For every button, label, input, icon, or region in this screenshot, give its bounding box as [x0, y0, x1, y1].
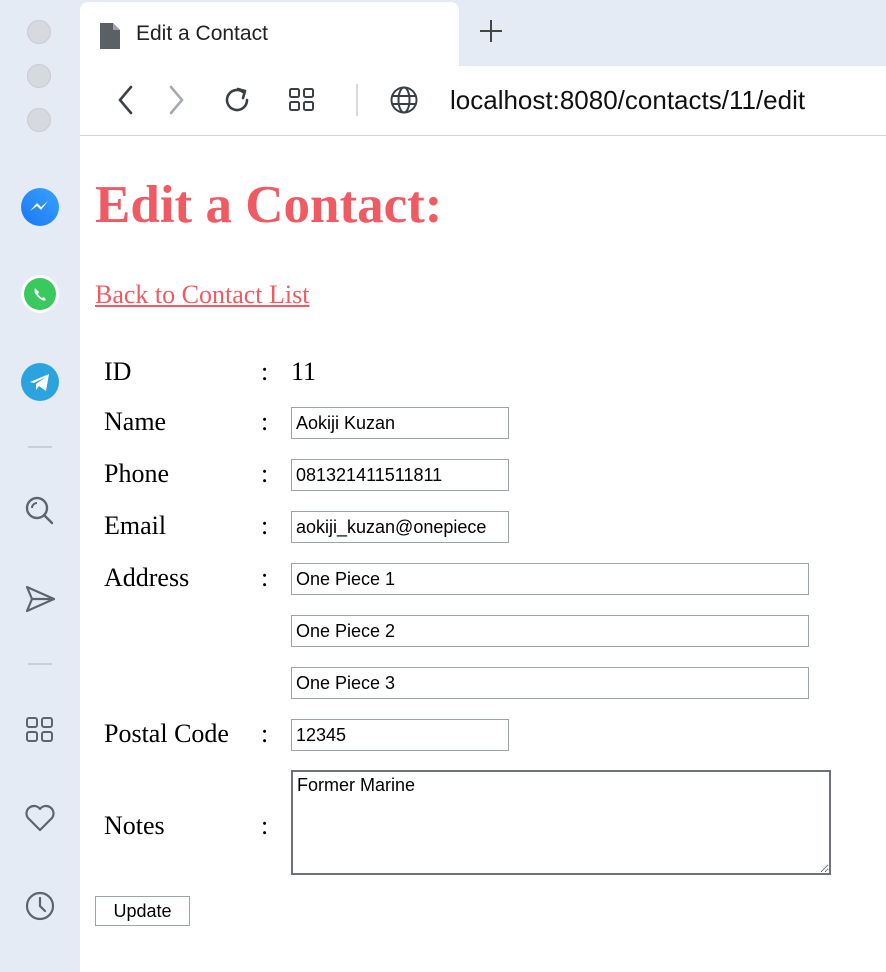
notes-textarea[interactable]: Former Marine	[291, 770, 831, 875]
toolbar-divider	[356, 84, 358, 116]
window-zoom-dot[interactable]	[27, 108, 51, 132]
back-button[interactable]	[109, 83, 143, 117]
tab-title: Edit a Contact	[136, 22, 268, 45]
back-to-contact-list-link[interactable]: Back to Contact List	[95, 280, 309, 310]
colon: :	[261, 811, 269, 840]
phone-label: Phone	[104, 459, 169, 488]
notes-label: Notes	[104, 811, 165, 840]
window-minimize-dot[interactable]	[27, 64, 51, 88]
id-value: 11	[291, 357, 317, 386]
reload-icon	[225, 87, 249, 112]
heart-icon[interactable]	[20, 798, 60, 838]
email-input[interactable]	[291, 511, 509, 543]
postal-code-input[interactable]	[291, 719, 509, 751]
colon: :	[261, 511, 269, 540]
apps-icon[interactable]	[20, 710, 60, 750]
chevron-left-icon	[118, 85, 133, 115]
site-info-button[interactable]	[387, 83, 421, 117]
window-close-dot[interactable]	[27, 20, 51, 44]
postal-code-label: Postal Code	[104, 719, 229, 748]
id-label: ID	[104, 357, 132, 386]
grid-icon	[289, 88, 314, 111]
colon: :	[261, 719, 269, 748]
forward-button[interactable]	[159, 83, 193, 117]
history-icon[interactable]	[20, 886, 60, 926]
reload-button[interactable]	[220, 83, 254, 117]
address-line-3-input[interactable]	[291, 667, 809, 699]
email-label: Email	[104, 511, 167, 540]
tab-active[interactable]: Edit a Contact	[80, 2, 459, 66]
document-icon	[98, 22, 122, 55]
browser-toolbar: localhost:8080/contacts/11/edit	[80, 66, 886, 136]
plus-icon	[480, 20, 502, 42]
send-icon[interactable]	[20, 579, 60, 619]
new-tab-button[interactable]	[476, 16, 506, 46]
sidebar-divider	[28, 446, 52, 448]
sidebar	[0, 0, 80, 972]
speed-dial-button[interactable]	[285, 83, 319, 117]
telegram-icon[interactable]	[20, 362, 60, 402]
messenger-icon[interactable]	[20, 187, 60, 227]
colon: :	[261, 563, 269, 592]
update-button[interactable]: Update	[95, 896, 190, 926]
globe-icon	[390, 86, 418, 114]
whatsapp-icon[interactable]	[20, 274, 60, 314]
page-title: Edit a Contact:	[95, 176, 443, 234]
address-label: Address	[104, 563, 190, 592]
colon: :	[261, 357, 269, 386]
address-line-1-input[interactable]	[291, 563, 809, 595]
sidebar-divider	[28, 663, 52, 665]
name-label: Name	[104, 407, 167, 436]
address-line-2-input[interactable]	[291, 615, 809, 647]
phone-input[interactable]	[291, 459, 509, 491]
colon: :	[261, 407, 269, 436]
page-content: Edit a Contact: Back to Contact List ID …	[80, 136, 886, 972]
name-input[interactable]	[291, 407, 509, 439]
colon: :	[261, 459, 269, 488]
search-icon[interactable]	[20, 491, 60, 531]
chevron-right-icon	[169, 85, 184, 115]
address-bar[interactable]: localhost:8080/contacts/11/edit	[450, 85, 805, 116]
